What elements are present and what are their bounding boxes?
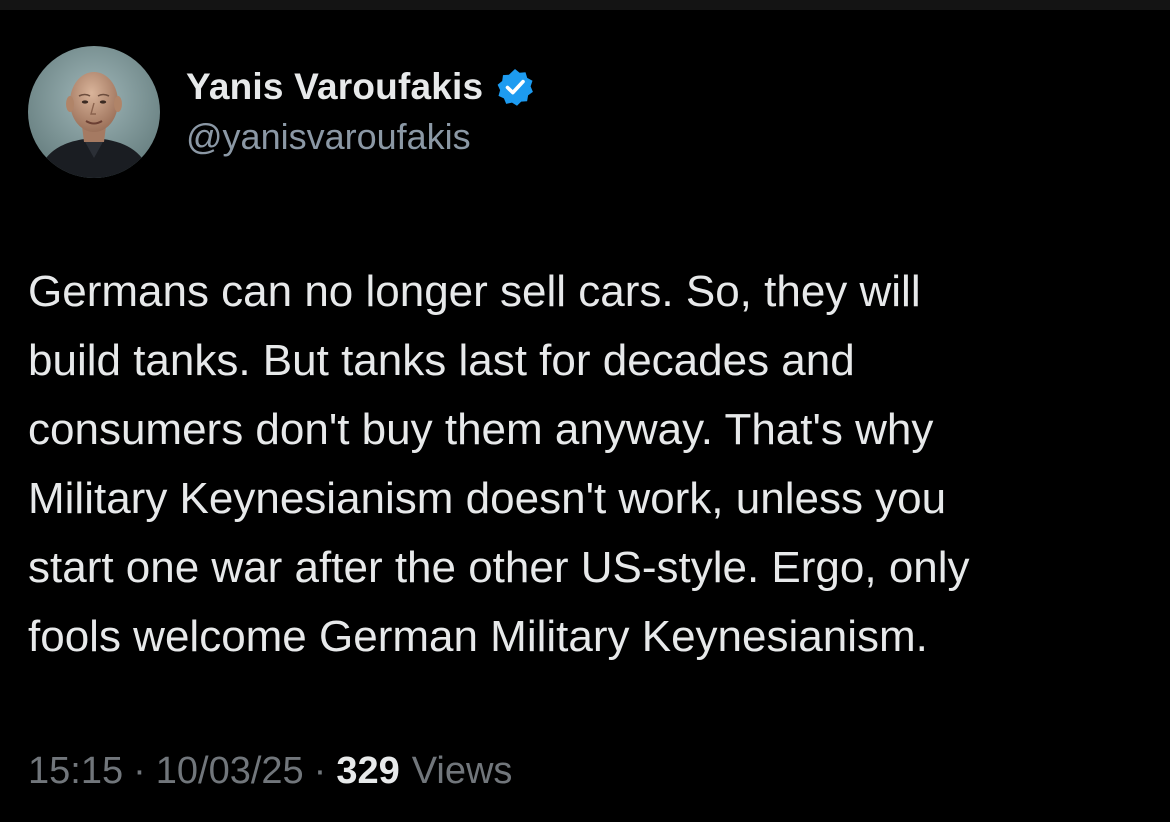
meta-separator: ·	[313, 750, 327, 792]
avatar-image	[28, 46, 160, 178]
verified-badge-icon[interactable]	[495, 67, 535, 107]
name-row: Yanis Varoufakis	[186, 66, 535, 108]
view-count: 329	[336, 750, 400, 792]
top-edge-strip	[0, 0, 1170, 10]
tweet-screenshot: Yanis Varoufakis @yanisvaroufakis German…	[0, 0, 1170, 822]
author-identity: Yanis Varoufakis @yanisvaroufakis	[186, 46, 535, 178]
author-display-name[interactable]: Yanis Varoufakis	[186, 66, 483, 108]
avatar[interactable]	[28, 46, 160, 178]
author-handle[interactable]: @yanisvaroufakis	[186, 116, 535, 158]
tweet-date[interactable]: 10/03/25	[156, 750, 304, 793]
tweet-text: Germans can no longer sell cars. So, the…	[28, 267, 970, 661]
tweet-time[interactable]: 15:15	[28, 750, 123, 793]
views-label: Views	[411, 750, 513, 792]
tweet-header: Yanis Varoufakis @yanisvaroufakis	[28, 46, 535, 178]
tweet-metadata: 15:15 · 10/03/25 · 329 Views	[28, 750, 512, 793]
meta-separator: ·	[133, 750, 146, 792]
